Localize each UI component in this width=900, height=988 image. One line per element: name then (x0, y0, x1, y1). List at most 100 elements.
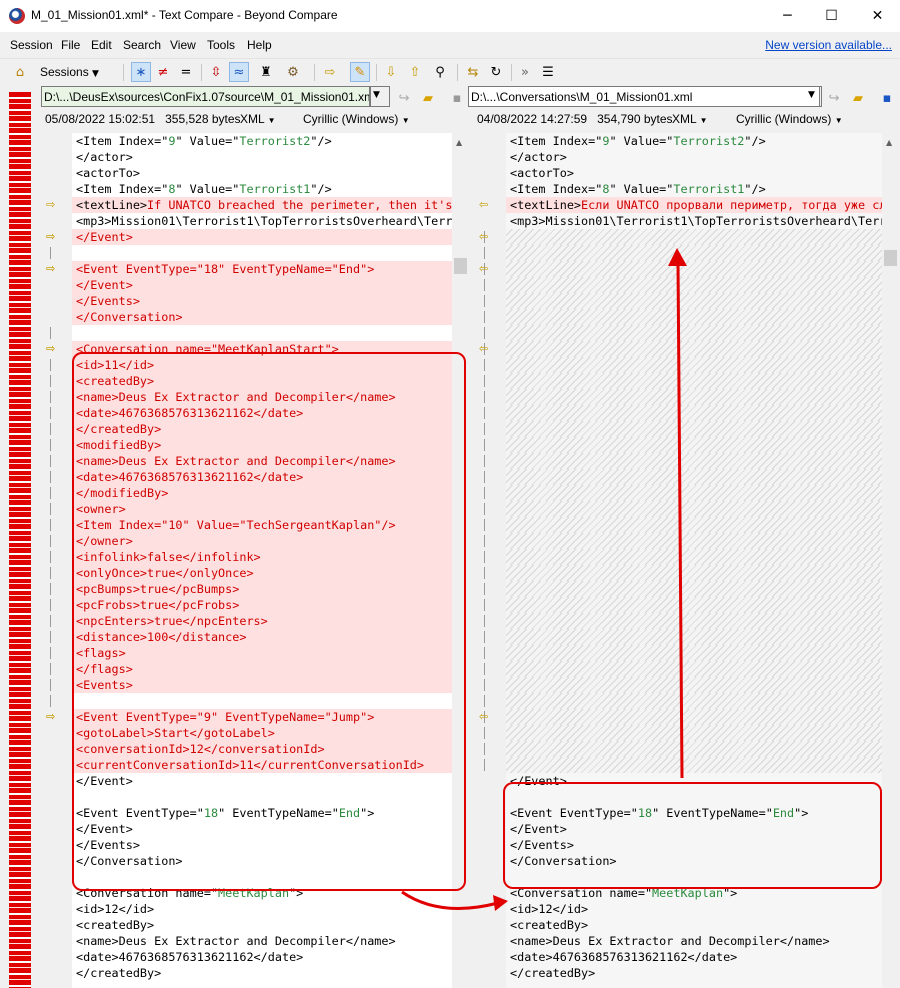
menu-help[interactable]: Help (247, 38, 272, 52)
left-code-line[interactable]: <createdBy> (72, 917, 452, 933)
right-code-line[interactable] (506, 725, 882, 741)
left-code-line[interactable]: </Events> (72, 293, 452, 309)
copy-to-left-icon[interactable]: ⇦ (479, 231, 493, 243)
left-code-line[interactable]: <Item Index="8" Value="Terrorist1"/> (72, 181, 452, 197)
minor-icon[interactable]: ≈ (229, 62, 249, 82)
copy-to-right-icon[interactable]: ⇨ (46, 343, 60, 355)
list-icon[interactable]: ☰ (538, 62, 558, 82)
right-code-line[interactable]: <Item Index="9" Value="Terrorist2"/> (506, 133, 882, 149)
copy-to-right-icon[interactable]: ⇨ (46, 263, 60, 275)
right-code-line[interactable]: </createdBy> (506, 965, 882, 981)
maximize-button[interactable]: ☐ (809, 0, 854, 32)
left-format-select[interactable]: XML ▼ (240, 112, 276, 130)
all-icon[interactable]: ∗ (131, 62, 151, 82)
left-code-line[interactable]: <textLine>If UNATCO breached the perimet… (72, 197, 452, 213)
right-code-line[interactable] (506, 405, 882, 421)
scroll-up-icon[interactable]: ▲ (886, 138, 892, 147)
menu-search[interactable]: Search (123, 38, 161, 52)
copy-to-left-icon[interactable]: ⇦ (479, 711, 493, 723)
right-code-line[interactable] (506, 597, 882, 613)
format-icon[interactable]: ⚙ (283, 62, 303, 82)
left-code-line[interactable]: <date>4676368576313621162</date> (72, 949, 452, 965)
left-code-line[interactable]: </Event> (72, 229, 452, 245)
right-code-line[interactable] (506, 277, 882, 293)
right-code-line[interactable] (506, 245, 882, 261)
close-button[interactable]: ✕ (855, 0, 900, 32)
rules-icon[interactable]: ♜ (256, 62, 276, 82)
right-code-line[interactable] (506, 501, 882, 517)
right-code-line[interactable] (506, 229, 882, 245)
right-code-line[interactable] (506, 677, 882, 693)
right-code-line[interactable] (506, 309, 882, 325)
left-path-dropdown[interactable]: ▼ (370, 86, 390, 107)
right-code-line[interactable]: <Item Index="8" Value="Terrorist1"/> (506, 181, 882, 197)
copy-to-left-icon[interactable]: ⇦ (479, 343, 493, 355)
right-scroll-thumb[interactable] (884, 250, 897, 266)
right-path-dropdown[interactable]: ▼ (806, 86, 822, 107)
left-code-line[interactable]: <id>12</id> (72, 901, 452, 917)
left-code-line[interactable]: <mp3>Mission01\Terrorist1\TopTerroristsO… (72, 213, 452, 229)
expand-icon[interactable]: » (515, 62, 535, 82)
swap-icon[interactable]: ⇆ (463, 62, 483, 82)
menu-edit[interactable]: Edit (91, 38, 112, 52)
right-code-line[interactable] (506, 389, 882, 405)
left-path-field[interactable]: D:\...\DeusEx\sources\ConFix1.07source\M… (41, 86, 370, 107)
left-code-line[interactable]: </actor> (72, 149, 452, 165)
right-code-line[interactable] (506, 517, 882, 533)
right-encoding-select[interactable]: Cyrillic (Windows) ▼ (736, 112, 843, 130)
right-path-field[interactable]: D:\...\Conversations\M_01_Mission01.xml (468, 86, 820, 107)
diffs-icon[interactable]: ≠ (153, 62, 173, 82)
menu-file[interactable]: File (61, 38, 80, 52)
same-icon[interactable]: = (176, 62, 196, 82)
next-diff-icon[interactable]: ⇩ (381, 62, 401, 82)
copy-to-right-icon[interactable]: ⇨ (46, 711, 60, 723)
menu-tools[interactable]: Tools (207, 38, 235, 52)
right-code-line[interactable]: <textLine>Если UNATCO прорвали периметр,… (506, 197, 882, 213)
right-code-line[interactable]: <id>12</id> (506, 901, 882, 917)
right-code-line[interactable] (506, 453, 882, 469)
left-code-line[interactable] (72, 245, 452, 261)
left-code-line[interactable]: <actorTo> (72, 165, 452, 181)
right-code-line[interactable] (506, 261, 882, 277)
left-code-line[interactable]: <name>Deus Ex Extractor and Decompiler</… (72, 933, 452, 949)
scroll-up-icon[interactable]: ▲ (456, 138, 462, 147)
right-code-line[interactable] (506, 485, 882, 501)
right-code-line[interactable]: <createdBy> (506, 917, 882, 933)
right-code-line[interactable] (506, 325, 882, 341)
new-version-link[interactable]: New version available... (765, 38, 892, 52)
left-scroll-thumb[interactable] (454, 258, 467, 274)
left-code-line[interactable]: </Event> (72, 277, 452, 293)
right-code-line[interactable] (506, 645, 882, 661)
context-icon[interactable]: ⇳ (206, 62, 226, 82)
right-code-line[interactable] (506, 693, 882, 709)
right-code-line[interactable] (506, 293, 882, 309)
diff-overview-thumbnail[interactable] (9, 92, 31, 988)
right-code-line[interactable] (506, 421, 882, 437)
edit-icon[interactable]: ✎ (350, 62, 370, 82)
right-code-line[interactable] (506, 565, 882, 581)
reload-icon[interactable]: ↻ (486, 62, 506, 82)
open-folder-icon[interactable]: ▰ (848, 88, 868, 108)
copy-to-left-icon[interactable]: ⇦ (479, 199, 493, 211)
menu-view[interactable]: View (170, 38, 196, 52)
right-code-line[interactable] (506, 613, 882, 629)
copy-to-left-icon[interactable]: ⇦ (479, 263, 493, 275)
right-code-line[interactable] (506, 549, 882, 565)
left-encoding-select[interactable]: Cyrillic (Windows) ▼ (303, 112, 410, 130)
right-code-line[interactable] (506, 629, 882, 645)
right-code-line[interactable] (506, 741, 882, 757)
open-folder-icon[interactable]: ▰ (418, 88, 438, 108)
minimize-button[interactable]: ─ (765, 0, 810, 32)
right-code-line[interactable] (506, 373, 882, 389)
left-code-line[interactable]: </createdBy> (72, 965, 452, 981)
swap-arrow-icon[interactable]: ↪ (824, 88, 844, 108)
left-code-line[interactable]: <Event EventType="18" EventTypeName="End… (72, 261, 452, 277)
home-icon[interactable]: ⌂ (10, 62, 30, 82)
right-code-line[interactable] (506, 661, 882, 677)
right-code-line[interactable] (506, 469, 882, 485)
save-icon[interactable]: ▪ (877, 88, 897, 108)
copy-right-icon[interactable]: ⇨ (320, 62, 340, 82)
right-code-line[interactable]: <date>4676368576313621162</date> (506, 949, 882, 965)
copy-to-right-icon[interactable]: ⇨ (46, 231, 60, 243)
right-code-line[interactable] (506, 757, 882, 773)
